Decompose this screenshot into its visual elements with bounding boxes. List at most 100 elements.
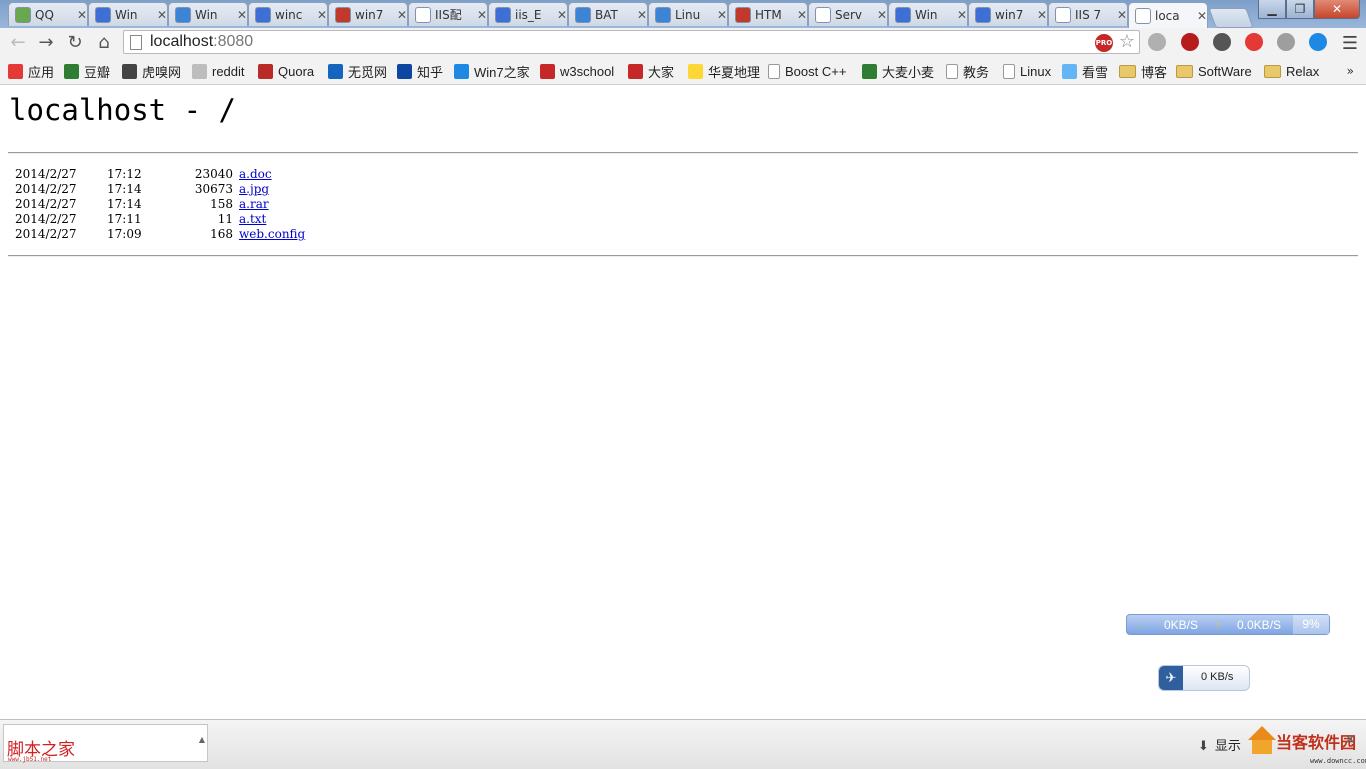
tab-label: HTM xyxy=(755,7,782,22)
bookmark-item[interactable]: SoftWare xyxy=(1176,62,1252,80)
tab-close-icon[interactable]: ✕ xyxy=(157,8,167,22)
bookmark-item[interactable]: 大家 xyxy=(628,62,674,80)
tab-label: iis_E xyxy=(515,7,542,22)
thunder-float-widget[interactable]: ✈ 0 KB/s xyxy=(1158,665,1250,691)
top-divider xyxy=(8,152,1358,154)
maximize-button[interactable]: ❐ xyxy=(1286,0,1314,19)
tab-close-icon[interactable]: ✕ xyxy=(1037,8,1047,22)
show-all-downloads-link[interactable]: ⬇ 显示 xyxy=(1198,735,1241,754)
address-bar[interactable]: localhost:8080 PRO ☆ xyxy=(123,30,1140,54)
leaf-icon[interactable] xyxy=(1277,33,1295,51)
browser-tab[interactable]: loca ✕ xyxy=(1128,2,1208,28)
back-button[interactable]: ← xyxy=(6,32,30,54)
bookmark-label: 虎嗅网 xyxy=(142,64,182,80)
tab-label: IIS配 xyxy=(435,8,462,22)
red-box-icon[interactable] xyxy=(1245,33,1263,51)
browser-tab[interactable]: HTM ✕ xyxy=(728,2,808,26)
browser-tab[interactable]: Linu ✕ xyxy=(648,2,728,26)
file-link[interactable]: a.jpg xyxy=(239,182,269,197)
bookmark-item[interactable]: 华夏地理 xyxy=(688,62,760,80)
tab-close-icon[interactable]: ✕ xyxy=(557,8,567,22)
browser-tab[interactable]: winc ✕ xyxy=(248,2,328,26)
browser-tab[interactable]: QQ ✕ xyxy=(8,2,88,26)
bookmarks-overflow-button[interactable]: » xyxy=(1347,64,1354,78)
dajia-icon xyxy=(628,63,643,79)
puzzle-red-icon[interactable] xyxy=(1181,33,1199,51)
bookmark-item[interactable]: 大麦小麦 xyxy=(862,62,934,80)
tab-close-icon[interactable]: ✕ xyxy=(237,8,247,22)
usage-percent: 9% xyxy=(1293,615,1329,634)
close-window-button[interactable]: ✕ xyxy=(1314,0,1360,19)
bookmark-label: w3school xyxy=(560,63,615,79)
browser-tab[interactable]: IIS 7 ✕ xyxy=(1048,2,1128,26)
tab-close-icon[interactable]: ✕ xyxy=(877,8,887,22)
bookmark-item[interactable]: w3school xyxy=(540,62,614,80)
pro-extension-icon[interactable]: PRO xyxy=(1095,34,1113,52)
tab-close-icon[interactable]: ✕ xyxy=(1197,9,1207,23)
tab-label: win7 xyxy=(995,7,1024,22)
minimize-button[interactable]: ▁ xyxy=(1258,0,1286,19)
download-bar: 脚本之家 www.jb51.net ▲ ⬇ 显示 当客软件园 www.downcc… xyxy=(0,719,1366,769)
bookmark-item[interactable]: 博客 xyxy=(1119,62,1167,80)
bookmark-item[interactable]: Relax xyxy=(1264,62,1319,80)
tab-close-icon[interactable]: ✕ xyxy=(77,8,87,22)
file-size: 11 xyxy=(217,212,233,226)
bookmark-item[interactable]: Win7之家 xyxy=(454,62,530,80)
network-speed-widget[interactable]: ↓ 0KB/S ↑ 0.0KB/S 9% xyxy=(1126,614,1330,635)
browser-tab[interactable]: win7 ✕ xyxy=(328,2,408,26)
file-link[interactable]: web.config xyxy=(239,227,305,242)
bookmark-item[interactable]: 虎嗅网 xyxy=(122,62,181,80)
bookmark-item[interactable]: Quora xyxy=(258,62,314,80)
browser-tab[interactable]: win7 ✕ xyxy=(968,2,1048,26)
browser-tab[interactable]: Serv ✕ xyxy=(808,2,888,26)
close-download-bar-icon[interactable]: ✕ xyxy=(1344,732,1356,748)
file-link[interactable]: a.txt xyxy=(239,212,266,227)
tab-close-icon[interactable]: ✕ xyxy=(317,8,327,22)
tab-favicon-icon xyxy=(895,6,911,23)
tab-close-icon[interactable]: ✕ xyxy=(637,8,647,22)
listing-row: 2014/2/27 17:14 30673 a.jpg xyxy=(15,182,305,197)
tab-favicon-icon xyxy=(815,6,831,23)
bookmark-item[interactable]: Linux xyxy=(1003,62,1051,80)
file-link[interactable]: a.doc xyxy=(239,167,272,182)
tab-close-icon[interactable]: ✕ xyxy=(717,8,727,22)
home-button[interactable]: ⌂ xyxy=(92,32,116,54)
tab-close-icon[interactable]: ✕ xyxy=(477,8,487,22)
bookmark-item[interactable]: 应用 xyxy=(8,62,54,80)
tab-favicon-icon xyxy=(655,6,671,23)
thunder-bird-icon: ✈ xyxy=(1159,666,1183,690)
file-date: 2014/2/27 xyxy=(15,227,77,241)
browser-tab[interactable]: Win ✕ xyxy=(168,2,248,26)
bookmark-label: 大家 xyxy=(648,64,675,80)
menu-icon[interactable]: ☰ xyxy=(1342,33,1358,54)
bookmark-item[interactable]: 豆瓣 xyxy=(64,62,110,80)
browser-tab[interactable]: Win ✕ xyxy=(88,2,168,26)
tab-close-icon[interactable]: ✕ xyxy=(957,8,967,22)
bookmark-item[interactable]: 教务 xyxy=(946,62,989,80)
address-url[interactable]: localhost:8080 xyxy=(150,33,253,51)
bookmark-item[interactable]: Boost C++ xyxy=(768,62,846,80)
compass-icon[interactable] xyxy=(1309,33,1327,51)
bookmark-item[interactable]: 知乎 xyxy=(397,62,443,80)
browser-tab[interactable]: Win ✕ xyxy=(888,2,968,26)
zhihu-icon xyxy=(397,63,412,79)
browser-tab[interactable]: BAT ✕ xyxy=(568,2,648,26)
download-speed: 0KB/S xyxy=(1164,618,1199,632)
bookmark-item[interactable]: reddit xyxy=(192,62,245,80)
file-link[interactable]: a.rar xyxy=(239,197,269,212)
new-tab-button[interactable] xyxy=(1208,8,1254,28)
bookmark-star-icon[interactable]: ☆ xyxy=(1119,31,1135,52)
browser-tab[interactable]: iis_E ✕ xyxy=(488,2,568,26)
steering-wheel-icon[interactable] xyxy=(1213,33,1231,51)
tab-close-icon[interactable]: ✕ xyxy=(797,8,807,22)
tab-close-icon[interactable]: ✕ xyxy=(397,8,407,22)
browser-tab[interactable]: IIS配 ✕ xyxy=(408,2,488,26)
tab-close-icon[interactable]: ✕ xyxy=(1117,8,1127,22)
globe-icon[interactable] xyxy=(1148,33,1166,51)
bookmark-item[interactable]: 看雪 xyxy=(1062,62,1108,80)
download-item[interactable]: 脚本之家 www.jb51.net ▲ xyxy=(3,724,208,763)
bookmark-item[interactable]: 无觅网 xyxy=(328,62,387,80)
reload-button[interactable]: ↻ xyxy=(63,32,87,54)
download-item-menu-icon[interactable]: ▲ xyxy=(199,735,205,744)
forward-button[interactable]: → xyxy=(34,32,58,54)
